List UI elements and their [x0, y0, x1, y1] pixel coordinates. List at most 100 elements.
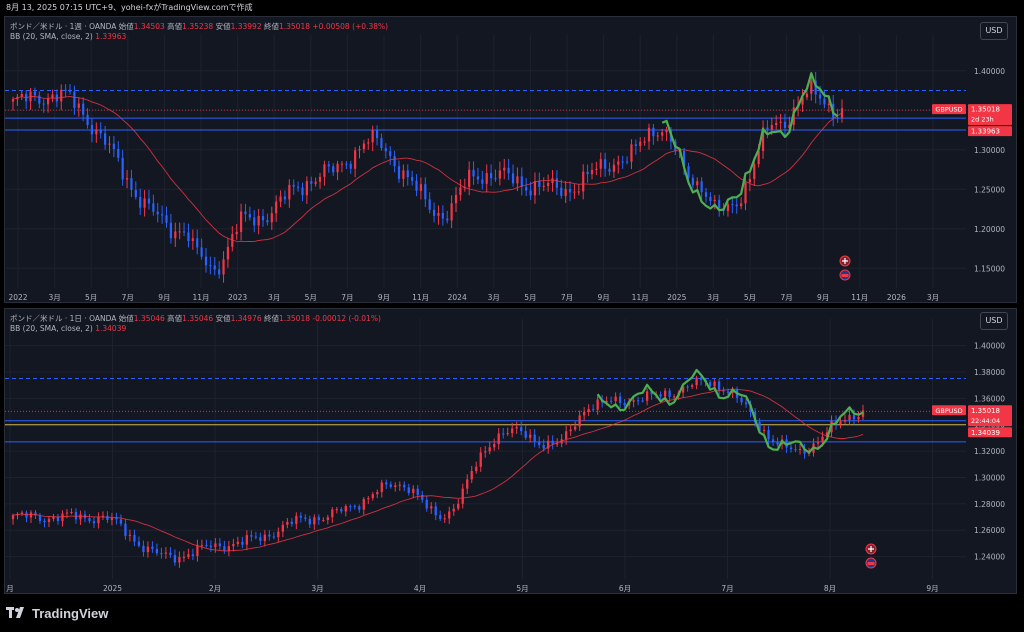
candle-body: [569, 429, 572, 432]
candle-body: [555, 178, 558, 188]
time-tick-label: 2024: [448, 293, 467, 302]
time-tick-label: 11月: [192, 293, 209, 302]
candle-body: [574, 426, 577, 430]
candle-body: [852, 415, 856, 420]
time-tick-label: 月: [6, 584, 14, 593]
currency-button[interactable]: USD: [980, 22, 1008, 40]
candle-body: [424, 184, 427, 200]
time-tick-label: 2022: [8, 293, 27, 302]
time-tick-label: 2026: [887, 293, 906, 302]
us-flag-icon[interactable]: [839, 269, 851, 281]
candle-body: [178, 557, 181, 563]
candle-body: [349, 163, 352, 169]
candle-body: [767, 429, 770, 440]
candle-body: [672, 396, 676, 398]
candle-body: [146, 546, 150, 553]
us-flag-icon[interactable]: [865, 557, 877, 569]
candle-body: [516, 176, 519, 184]
candle-body: [448, 511, 451, 519]
candle-body: [632, 400, 635, 402]
tradingview-logo-icon: [6, 607, 24, 618]
candle-body: [223, 546, 226, 552]
candle-body: [457, 503, 460, 509]
candle-body: [783, 121, 787, 128]
weekly-chart-canvas[interactable]: 1.400001.350001.300001.250001.200001.150…: [5, 17, 1017, 303]
candle-body: [525, 186, 528, 191]
bb-label: BB (20, SMA, close, 2): [10, 32, 93, 41]
candle-body: [68, 89, 72, 92]
candle-body: [665, 129, 668, 133]
daily-bb-legend[interactable]: BB (20, SMA, close, 2) 1.34039: [10, 324, 126, 333]
candle-body: [713, 381, 716, 387]
candle-body: [77, 103, 80, 108]
candle-body: [165, 215, 168, 223]
candle-body: [484, 451, 487, 453]
candle-body: [90, 125, 94, 135]
candle-body: [137, 541, 141, 546]
candle-body: [61, 513, 64, 522]
candle-body: [283, 196, 287, 200]
candle-body: [191, 554, 195, 557]
price-tick-label: 1.30000: [974, 146, 1005, 155]
daily-chart-pane[interactable]: 1.400001.380001.360001.340001.320001.300…: [4, 308, 1017, 594]
candle-body: [502, 433, 505, 435]
candle-body: [281, 524, 284, 532]
candle-body: [64, 89, 67, 91]
candle-body: [200, 545, 204, 547]
daily-chart-canvas[interactable]: 1.400001.380001.360001.340001.320001.300…: [5, 309, 1017, 594]
price-tick-label: 1.40000: [974, 342, 1005, 351]
weekly-chart-pane[interactable]: 1.400001.350001.300001.250001.200001.150…: [4, 16, 1017, 303]
candle-body: [266, 220, 269, 223]
time-tick-label: 11月: [632, 293, 649, 302]
time-tick-label: 2025: [103, 584, 122, 593]
candle-body: [771, 439, 775, 442]
candle-body: [310, 181, 313, 184]
candle-body: [578, 415, 581, 427]
candle-body: [511, 173, 515, 184]
time-tick-label: 7月: [561, 293, 573, 302]
candle-body: [121, 157, 124, 180]
time-tick-label: 5月: [524, 293, 536, 302]
candle-body: [551, 178, 554, 183]
currency-button[interactable]: USD: [980, 312, 1008, 330]
candle-body: [506, 433, 509, 435]
candle-body: [42, 103, 45, 105]
time-tick-label: 3月: [927, 293, 939, 302]
candle-body: [248, 214, 251, 218]
candle-body: [279, 196, 282, 202]
bollinger-basis-line[interactable]: [12, 388, 864, 552]
candle-body: [263, 534, 267, 541]
candle-body: [95, 129, 98, 135]
weekly-ohlc-legend: ポンド／米ドル · 1週 · OANDA 始値1.34503 高値1.35238…: [10, 21, 388, 32]
candle-body: [161, 214, 164, 216]
candle-body: [155, 549, 159, 554]
candle-body: [415, 180, 418, 191]
gb-flag-icon[interactable]: [865, 543, 877, 555]
candle-body: [33, 91, 37, 96]
gb-flag-icon[interactable]: [839, 255, 851, 267]
candle-body: [740, 397, 743, 403]
high-label: 高値: [167, 314, 183, 323]
candle-body: [488, 447, 491, 452]
candle-body: [407, 487, 410, 494]
candle-body: [798, 449, 802, 451]
candle-body: [156, 211, 159, 215]
candle-body: [397, 166, 401, 179]
candle-body: [816, 441, 820, 444]
candle-body: [568, 189, 572, 193]
time-tick-label: 9月: [926, 584, 938, 593]
candle-body: [326, 517, 329, 520]
candle-body: [592, 409, 595, 411]
candle-body: [314, 181, 317, 184]
candle-body: [533, 181, 537, 196]
weekly-bb-legend[interactable]: BB (20, SMA, close, 2) 1.33963: [10, 32, 126, 41]
candle-body: [823, 98, 826, 105]
candle-body: [88, 518, 91, 522]
candle-body: [542, 444, 545, 449]
candle-body: [481, 179, 484, 184]
candle-body: [226, 246, 230, 260]
time-tick-label: 9月: [158, 293, 170, 302]
candle-body: [191, 238, 194, 241]
candle-body: [241, 541, 244, 545]
candle-body: [389, 484, 392, 487]
